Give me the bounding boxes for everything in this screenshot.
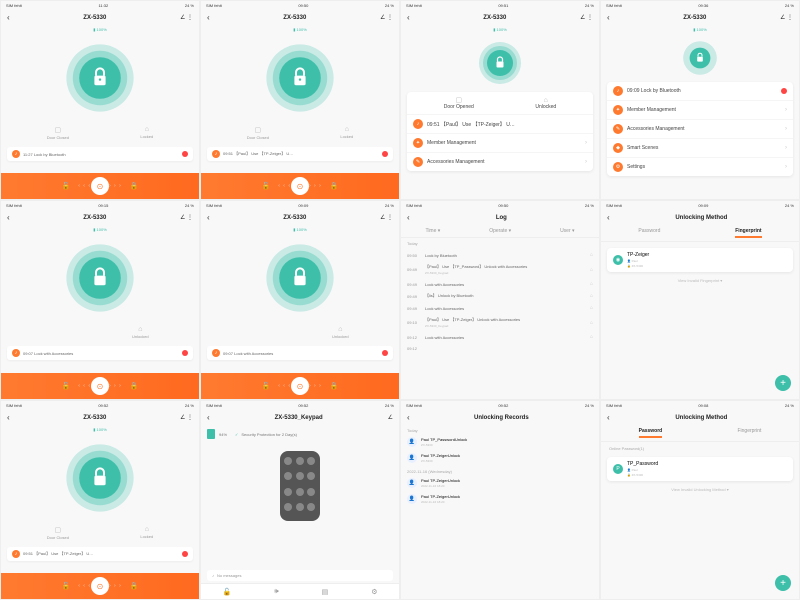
unlock-method-pwd: SIM fehlt09:0824 % ‹Unlocking Method Pas… [600, 400, 800, 600]
unread-dot [182, 151, 188, 157]
recent-event[interactable]: ♪09:09 Lock by Bluetooth [607, 82, 793, 101]
lock-screen-2: SIM fehlt09:5024 % ‹ZX-5330∠ ⋮ ▮ 100% ▢D… [200, 0, 400, 200]
lock-status: ⌂Locked [140, 126, 153, 140]
log-screen: SIM fehlt09:5024 % ‹Log Time ▾Operate ▾U… [400, 200, 600, 400]
filter-user[interactable]: User ▾ [560, 228, 574, 234]
log-item[interactable]: 09:50Lock by Bluetooth⌂ [401, 249, 599, 261]
menu-scenes[interactable]: ◆Smart Scenes› [607, 139, 793, 158]
fingerprint-icon: ◉ [613, 255, 623, 265]
status-bar: SIM fehlt11:3224 % [1, 1, 199, 10]
person-icon: ✦ [413, 138, 423, 148]
unlock-slider[interactable]: 🔓‹ ‹ ‹⊙› › ›🔒 [1, 173, 199, 199]
recent-event[interactable]: ♪09:51 【Paul】 Use 【TP-Zeiger】 U… [407, 115, 593, 134]
nav-doorbell-icon[interactable]: ▤ [322, 588, 329, 596]
menu-settings[interactable]: ⚙Settings› [607, 158, 793, 176]
filter-time[interactable]: Time ▾ [425, 228, 440, 234]
menu-panel: ▢Door Opened⌂Unlocked ♪09:51 【Paul】 Use … [407, 92, 593, 171]
bottom-nav: 🔓 🕪 ▤ ⚙ [201, 583, 399, 599]
nav-settings-icon[interactable]: ⚙ [371, 588, 377, 596]
filter-operate[interactable]: Operate ▾ [489, 228, 511, 234]
password-item[interactable]: PTP_Password👤 Paul🔒 ZX-5330 [607, 457, 793, 481]
fingerprint-item[interactable]: ◉TP-Zeiger👤 Paul🔒 ZX-5330 [607, 248, 793, 272]
lock-screen-7: SIM fehlt09:5224 % ‹ZX-5330∠ ⋮ ▮ 100% ▢D… [0, 400, 200, 600]
door-status: ▢Door Closed [47, 126, 69, 140]
messages-bar[interactable]: ♪No messages [207, 570, 393, 581]
lock-visual [60, 38, 140, 118]
lock-screen-6: SIM fehlt09:0924 % ‹ZX-5330∠ ⋮ ▮ 100% ⌂U… [200, 200, 400, 400]
battery-icon [207, 429, 215, 439]
plug-icon: ✎ [413, 157, 423, 167]
view-invalid-link[interactable]: View Invalid Fingerprint ▾ [601, 274, 799, 287]
lock-screen-1: SIM fehlt11:3224 % ‹ ZX-5330 ∠ ⋮ ▮ 100% ▢D… [0, 0, 200, 200]
chevron-right-icon: › [585, 140, 587, 146]
lock-icon: 🔒 [130, 182, 139, 190]
nav-lock-icon[interactable]: 🔓 [222, 588, 231, 596]
log-list: 09:50Lock by Bluetooth⌂ 09:49【Paul】 Use … [401, 249, 599, 354]
lock-screen-4-menu: SIM fehlt09:3624 % ‹ZX-5330∠ ⋮ ▮ 100% ♪0… [600, 0, 800, 200]
records-screen: SIM fehlt09:5224 % ‹Unlocking Records To… [400, 400, 600, 600]
back-icon[interactable]: ‹ [207, 13, 210, 22]
page-title: ZX-5330 [83, 15, 106, 21]
bell-icon: ♪ [212, 573, 214, 578]
keypad-image [280, 451, 320, 521]
view-invalid-link[interactable]: View Invalid Unlocking Method ▾ [601, 483, 799, 496]
avatar-icon: 👤 [407, 437, 417, 447]
add-button[interactable]: + [775, 575, 791, 591]
recent-event[interactable]: ♪09:51 【Paul】 Use 【TP-Zeiger】 U… [207, 147, 393, 161]
nav-sound-icon[interactable]: 🕪 [274, 588, 278, 596]
slider-knob[interactable]: ⊙ [91, 177, 109, 195]
tab-fingerprint[interactable]: Fingerprint [735, 228, 761, 238]
password-icon: P [613, 464, 623, 474]
tab-fingerprint[interactable]: Fingerprint [737, 428, 761, 438]
unlock-method-fp: SIM fehlt09:0924 % ‹Unlocking Method Pas… [600, 200, 800, 400]
menu-member[interactable]: ✦Member Management› [407, 134, 593, 153]
lock-open-icon: 🔓 [62, 182, 71, 190]
bell-icon: ♪ [413, 119, 423, 129]
menu-member[interactable]: ✦Member Management› [607, 101, 793, 120]
lock-screen-5: SIM fehlt09:1524 % ‹ZX-5330∠ ⋮ ▮ 100% ⌂U… [0, 200, 200, 400]
menu-accessories[interactable]: ✎Accessories Management› [407, 153, 593, 171]
battery-indicator: ▮ 100% [1, 25, 199, 34]
bell-icon: ♪ [12, 150, 20, 158]
tab-password[interactable]: Password [638, 228, 660, 238]
record-item[interactable]: 👤Paul TP_PasswordUnlockZX-5330 [401, 434, 599, 450]
recent-event[interactable]: ♪11:27 Lock by Bluetooth [7, 147, 193, 161]
page-title: Log [496, 215, 507, 221]
back-icon[interactable]: ‹ [407, 13, 410, 22]
edit-icon[interactable]: ∠ ⋮ [380, 14, 393, 21]
add-button[interactable]: + [775, 375, 791, 391]
lock-icon: ⌂ [590, 252, 593, 258]
lock-screen-3-menu: SIM fehlt09:5124 % ‹ZX-5330∠ ⋮ ▮ 100% ▢D… [400, 0, 600, 200]
menu-accessories[interactable]: ✎Accessories Management› [607, 120, 793, 139]
keypad-screen: SIM fehlt09:5224 % ‹ZX-5330_Keypad∠ 94%✓… [200, 400, 400, 600]
unlock-slider[interactable]: 🔓‹ ‹ ‹⊙› › ›🔒 [201, 173, 399, 199]
tab-password[interactable]: Password [639, 428, 663, 438]
edit-icon[interactable]: ∠ ⋮ [180, 14, 193, 21]
back-icon[interactable]: ‹ [7, 13, 10, 22]
